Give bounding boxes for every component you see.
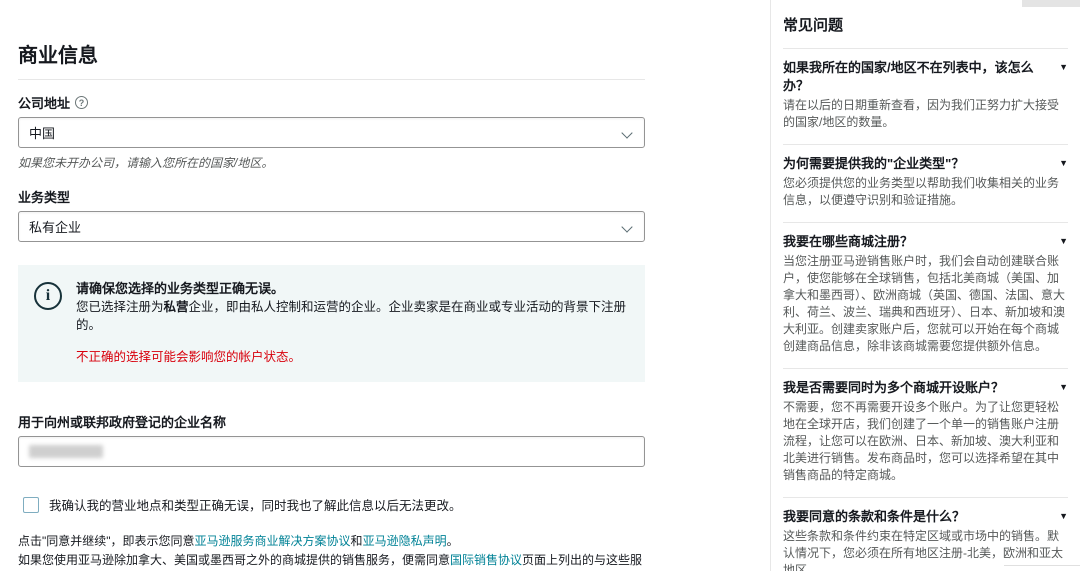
company-address-value: 中国	[29, 126, 56, 141]
help-icon[interactable]: ?	[75, 96, 89, 109]
agreement-text: 点击"同意并继续"，即表示您同意亚马逊服务商业解决方案协议和亚马逊隐私声明。 如…	[18, 532, 645, 571]
confirm-checkbox[interactable]	[23, 497, 39, 513]
confirm-checkbox-label: 我确认我的营业地点和类型正确无误，同时我也了解此信息以后无法更改。	[49, 499, 462, 513]
business-name-label: 用于向州或联邦政府登记的企业名称	[18, 412, 645, 431]
faq-item: 我是否需要同时为多个商城开设账户？ ▼ 不需要，您不再需要开设多个账户。为了让您…	[783, 369, 1068, 498]
company-address-hint: 如果您未开办公司，请输入您所在的国家/地区。	[18, 156, 274, 170]
business-type-notice: i 请确保您选择的业务类型正确无误。 您已选择注册为私营企业，即由私人控制和运营…	[18, 265, 645, 382]
agreement-line1-prefix: 点击"同意并继续"，即表示您同意	[18, 534, 195, 548]
faq-item: 我要同意的条款和条件是什么？ ▼ 这些条款和条件约束在特定区域或市场中的销售。默…	[783, 498, 1068, 571]
notice-body-prefix: 您已选择注册为	[76, 300, 164, 314]
divider	[18, 79, 645, 80]
business-info-form: 商业信息 公司地址 ? 中国 如果您未开办公司，请输入您所在的国家/地区。 业务…	[18, 0, 645, 571]
caret-down-icon: ▼	[1059, 511, 1068, 521]
confirm-row: 我确认我的营业地点和类型正确无误，同时我也了解此信息以后无法更改。	[18, 497, 645, 514]
company-address-select[interactable]: 中国	[18, 117, 645, 148]
faq-item: 为何需要提供我的"企业类型"？ ▼ 您必须提供您的业务类型以帮助我们收集相关的业…	[783, 145, 1068, 223]
faq-answer: 请在以后的日期重新查看，因为我们正努力扩大接受的国家/地区的数量。	[783, 98, 1060, 129]
faq-answer: 这些条款和条件约束在特定区域或市场中的销售。默认情况下，您必须在所有地区注册-北…	[783, 529, 1063, 571]
chevron-down-icon	[621, 127, 633, 139]
redacted-value	[29, 445, 103, 458]
faq-question-toggle[interactable]: 为何需要提供我的"企业类型"？ ▼	[783, 155, 1068, 173]
faq-answer: 不需要，您不再需要开设多个账户。为了让您更轻松地在全球开店，我们创建了一个单一的…	[783, 400, 1060, 482]
faq-question: 如果我所在的国家/地区不在列表中，该怎么办？	[783, 60, 1034, 93]
business-name-label-text: 用于向州或联邦政府登记的企业名称	[18, 415, 227, 430]
faq-answer: 当您注册亚马逊销售账户时，我们会自动创建联合账户，使您能够在全球销售，包括北美商…	[783, 254, 1066, 353]
faq-question-toggle[interactable]: 我要在哪些商城注册？ ▼	[783, 233, 1068, 251]
faq-question-toggle[interactable]: 如果我所在的国家/地区不在列表中，该怎么办？ ▼	[783, 59, 1068, 95]
faq-item: 如果我所在的国家/地区不在列表中，该怎么办？ ▼ 请在以后的日期重新查看，因为我…	[783, 49, 1068, 145]
notice-body: 您已选择注册为私营企业，即由私人控制和运营的企业。企业卖家是在商业或专业活动的背…	[76, 298, 627, 334]
faq-panel: 常见问题 如果我所在的国家/地区不在列表中，该怎么办？ ▼ 请在以后的日期重新查…	[770, 0, 1080, 571]
faq-answer: 您必须提供您的业务类型以帮助我们收集相关的业务信息，以便遵守识别和验证措施。	[783, 176, 1060, 207]
info-icon: i	[34, 282, 62, 310]
business-type-select[interactable]: 私有企业	[18, 211, 645, 242]
caret-down-icon: ▼	[1059, 382, 1068, 392]
caret-down-icon: ▼	[1059, 236, 1068, 246]
company-address-label-text: 公司地址	[18, 96, 71, 111]
page-title: 商业信息	[18, 45, 98, 67]
faq-question: 我是否需要同时为多个商城开设账户？	[783, 380, 1005, 395]
faq-question-toggle[interactable]: 我是否需要同时为多个商城开设账户？ ▼	[783, 379, 1068, 397]
faq-question: 我要同意的条款和条件是什么？	[783, 509, 966, 524]
international-selling-agreement-link[interactable]: 国际销售协议	[450, 553, 522, 567]
faq-question: 为何需要提供我的"企业类型"？	[783, 156, 965, 171]
agreement-line2-prefix: 如果您使用亚马逊除加拿大、美国或墨西哥之外的商城提供的销售服务，便需同意	[18, 553, 451, 567]
caret-down-icon: ▼	[1059, 158, 1068, 168]
business-name-input[interactable]	[18, 436, 645, 467]
business-type-label: 业务类型	[18, 187, 645, 206]
notice-body-bold: 私营	[163, 300, 189, 314]
agreement-line-2: 如果您使用亚马逊除加拿大、美国或墨西哥之外的商城提供的销售服务，便需同意国际销售…	[18, 551, 645, 571]
faq-title: 常见问题	[783, 12, 1068, 49]
caret-down-icon: ▼	[1059, 62, 1068, 72]
notice-title: 请确保您选择的业务类型正确无误。	[76, 281, 285, 296]
notice-content: 请确保您选择的业务类型正确无误。 您已选择注册为私营企业，即由私人控制和运营的企…	[76, 280, 627, 366]
business-type-label-text: 业务类型	[18, 190, 71, 205]
business-type-value: 私有企业	[29, 220, 82, 235]
agreement-line-1: 点击"同意并继续"，即表示您同意亚马逊服务商业解决方案协议和亚马逊隐私声明。	[18, 532, 645, 551]
faq-item: 我要在哪些商城注册？ ▼ 当您注册亚马逊销售账户时，我们会自动创建联合账户，使您…	[783, 223, 1068, 369]
bsa-agreement-link[interactable]: 亚马逊服务商业解决方案协议	[195, 534, 351, 548]
registration-page: 商业信息 公司地址 ? 中国 如果您未开办公司，请输入您所在的国家/地区。 业务…	[0, 0, 1080, 571]
privacy-notice-link[interactable]: 亚马逊隐私声明	[363, 534, 447, 548]
chevron-down-icon	[621, 221, 633, 233]
faq-question-toggle[interactable]: 我要同意的条款和条件是什么？ ▼	[783, 508, 1068, 526]
agreement-line1-suffix: 。	[446, 534, 459, 548]
company-address-label: 公司地址 ?	[18, 93, 645, 112]
agreement-line1-mid: 和	[350, 534, 363, 548]
faq-question: 我要在哪些商城注册？	[783, 234, 914, 249]
notice-warning: 不正确的选择可能会影响您的帐户状态。	[76, 350, 302, 364]
